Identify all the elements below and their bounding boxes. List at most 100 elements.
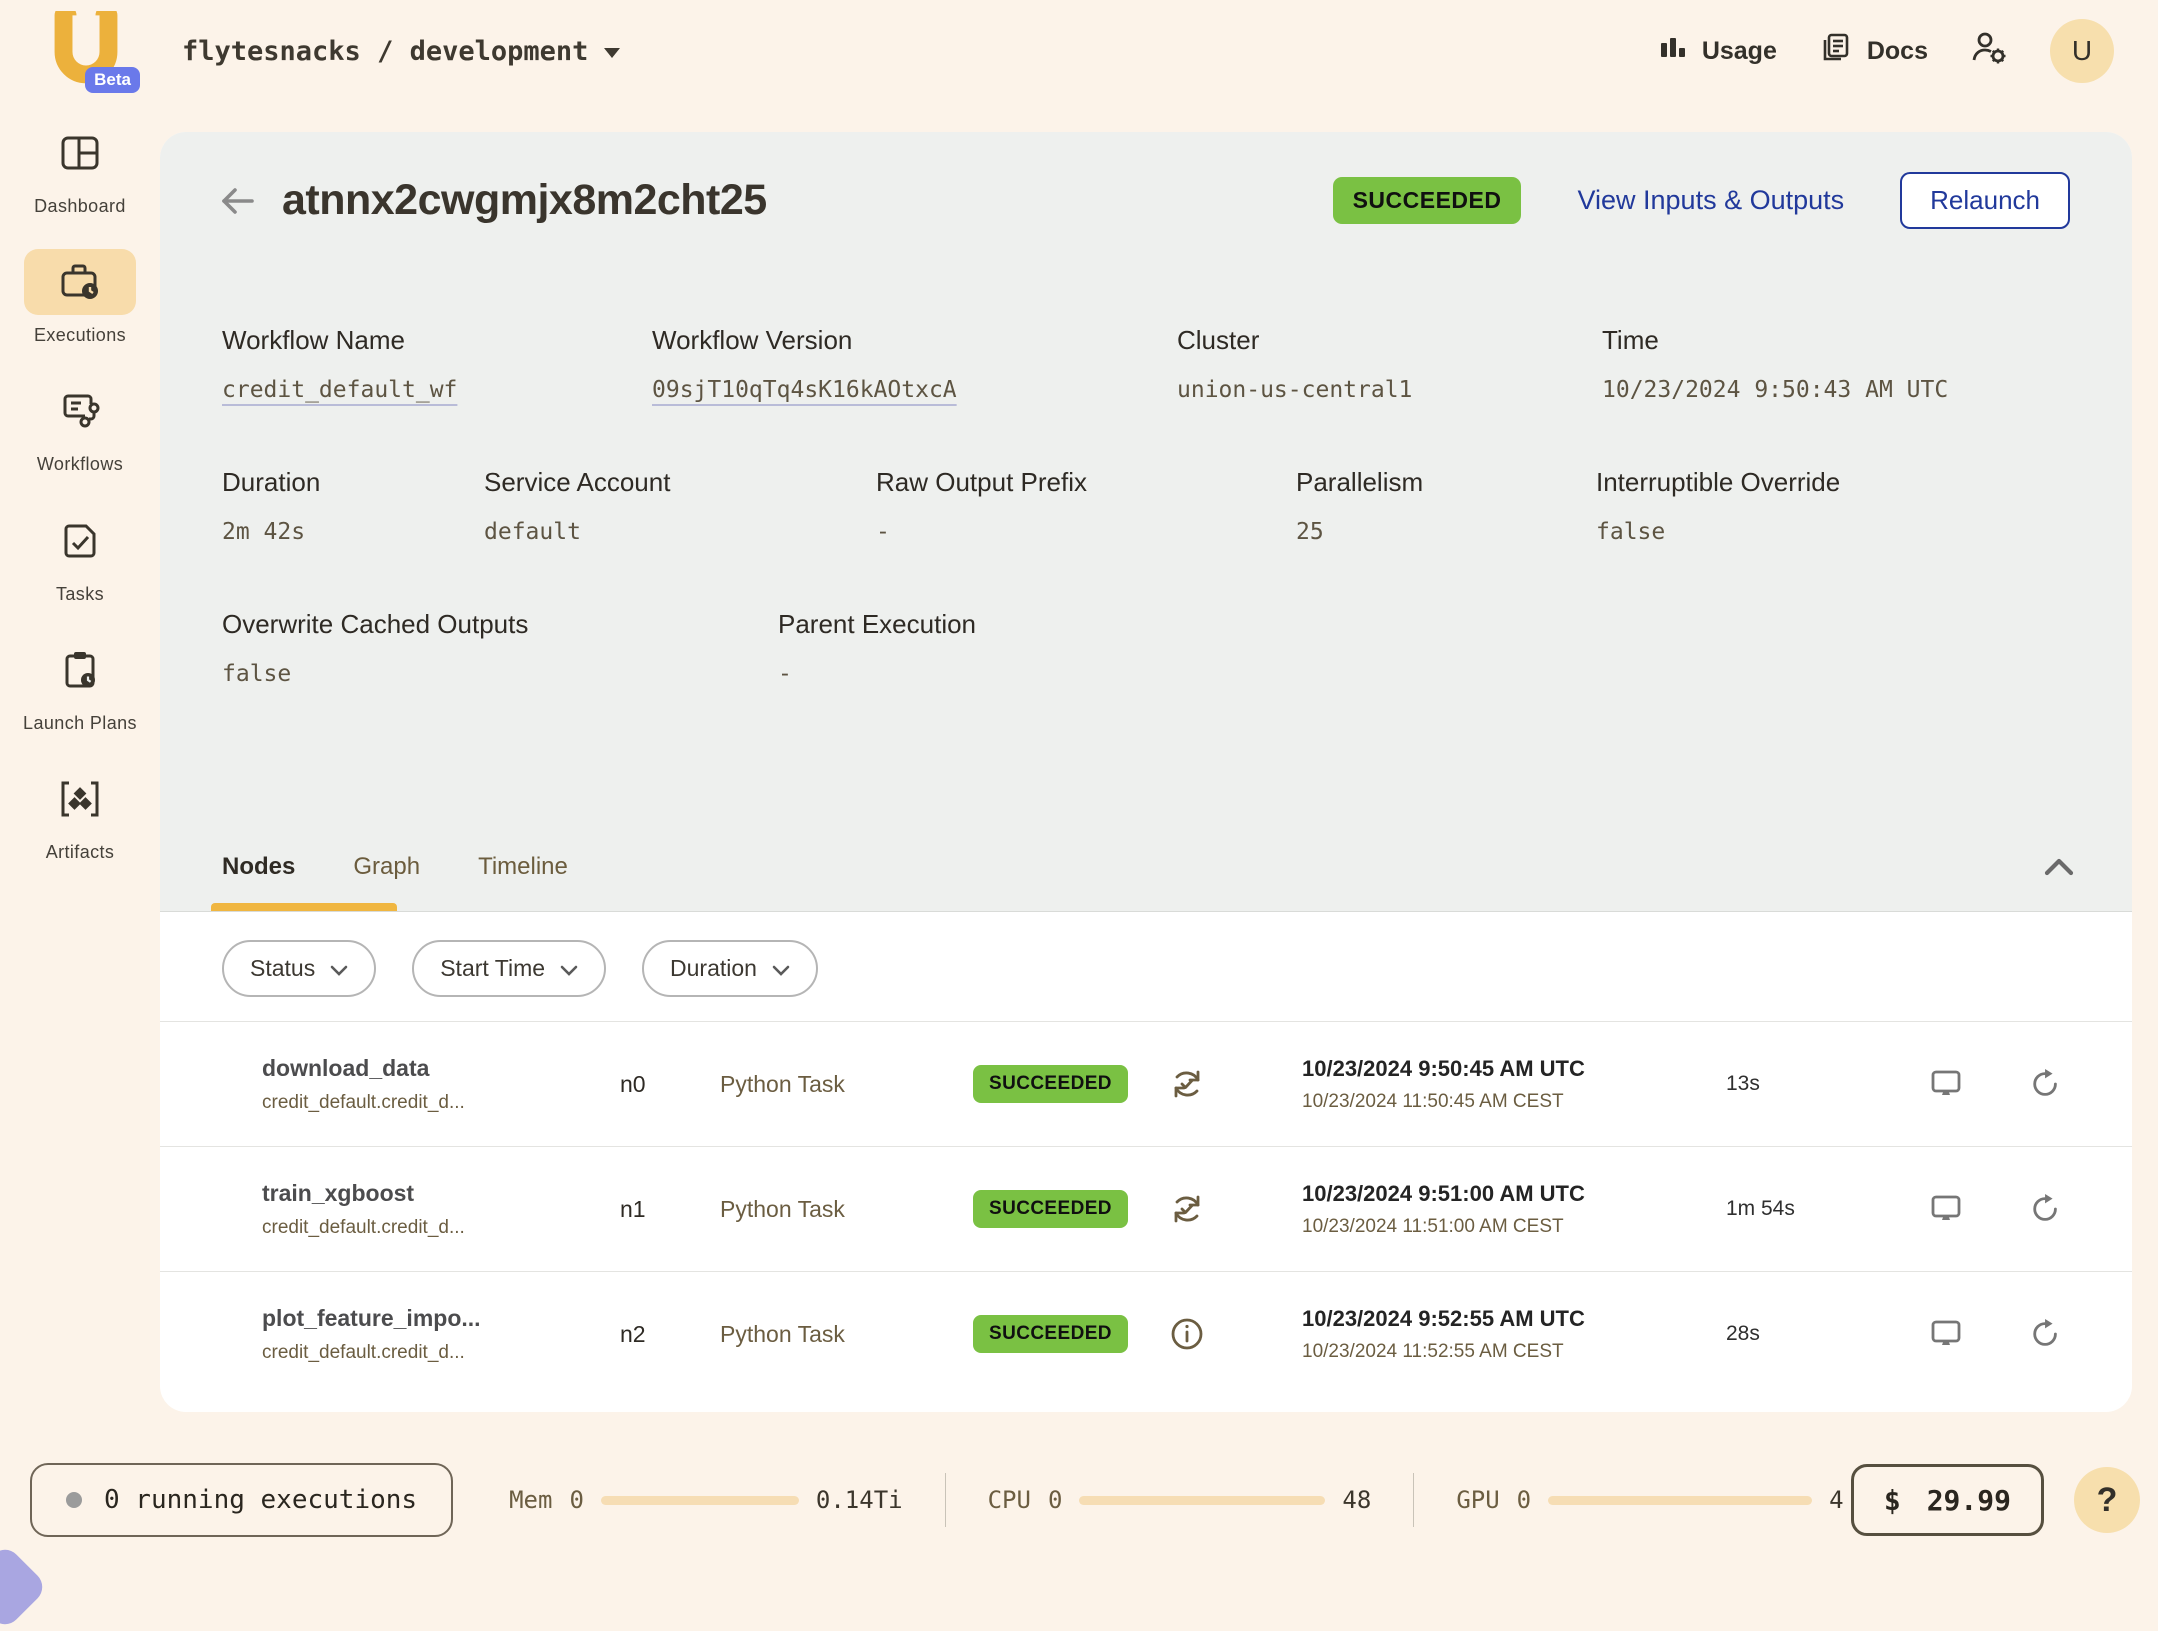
- cpu-usage-bar: [1079, 1496, 1325, 1505]
- memory-usage-bar: [601, 1496, 799, 1505]
- tabs-row: Nodes Graph Timeline: [160, 823, 2132, 911]
- node-time-cell: 10/23/2024 9:50:45 AM UTC 10/23/2024 11:…: [1302, 1056, 1726, 1113]
- table-row[interactable]: train_xgboost credit_default.credit_d...…: [160, 1146, 2132, 1271]
- collapse-section-button[interactable]: [2042, 856, 2076, 878]
- project-domain-selector[interactable]: flytesnacks / development: [182, 36, 620, 67]
- launch-plans-icon: [24, 637, 136, 703]
- meta-parent-execution: Parent Execution -: [778, 609, 2132, 687]
- view-logs-button[interactable]: [1929, 1068, 2029, 1100]
- cache-check-icon[interactable]: [1169, 1191, 1302, 1227]
- chevron-down-icon: [604, 48, 620, 58]
- active-tab-indicator: [211, 903, 397, 911]
- execution-detail-panel: atnnx2cwgmjx8m2cht25 SUCCEEDED View Inpu…: [160, 132, 2132, 1412]
- beta-badge: Beta: [85, 67, 140, 93]
- view-inputs-outputs-link[interactable]: View Inputs & Outputs: [1577, 185, 1844, 216]
- chevron-down-icon: [330, 955, 348, 982]
- node-name-cell: download_data credit_default.credit_d...: [262, 1055, 620, 1114]
- sidebar-item-executions[interactable]: Executions: [12, 249, 148, 348]
- node-name-link[interactable]: download_data: [262, 1055, 620, 1082]
- meta-workflow-name: Workflow Name credit_default_wf: [222, 325, 652, 403]
- status-dot-icon: [66, 1492, 82, 1508]
- status-badge: SUCCEEDED: [973, 1065, 1128, 1103]
- docs-icon: [1819, 31, 1853, 72]
- memory-meter: Mem 0 0.14Ti: [509, 1486, 903, 1514]
- node-time-cell: 10/23/2024 9:51:00 AM UTC 10/23/2024 11:…: [1302, 1181, 1726, 1238]
- start-time-filter[interactable]: Start Time: [412, 940, 606, 997]
- view-logs-button[interactable]: [1929, 1318, 2029, 1350]
- node-id: n0: [620, 1071, 720, 1098]
- meta-service-account: Service Account default: [484, 467, 876, 545]
- cost-pill[interactable]: $ 29.99: [1851, 1464, 2044, 1536]
- chat-widget-bubble[interactable]: [0, 1543, 49, 1631]
- sidebar-item-launch-plans[interactable]: Launch Plans: [12, 637, 148, 736]
- node-id: n2: [620, 1321, 720, 1348]
- sidebar-item-dashboard[interactable]: Dashboard: [12, 120, 148, 219]
- meta-row-3: Overwrite Cached Outputs false Parent Ex…: [160, 609, 2132, 687]
- execution-summary-section: atnnx2cwgmjx8m2cht25 SUCCEEDED View Inpu…: [160, 132, 2132, 912]
- meta-row-2: Duration 2m 42s Service Account default …: [160, 467, 2132, 545]
- status-filter[interactable]: Status: [222, 940, 376, 997]
- workflows-icon: [24, 378, 136, 444]
- meta-raw-output-prefix: Raw Output Prefix -: [876, 467, 1296, 545]
- divider: [945, 1473, 946, 1527]
- table-row[interactable]: plot_feature_impo... credit_default.cred…: [160, 1271, 2132, 1396]
- relaunch-button[interactable]: Relaunch: [1900, 172, 2070, 229]
- back-button[interactable]: [216, 179, 260, 223]
- admin-settings-button[interactable]: [1970, 30, 2008, 73]
- help-button[interactable]: ?: [2074, 1467, 2140, 1533]
- status-badge: SUCCEEDED: [973, 1315, 1128, 1353]
- tasks-icon: [24, 508, 136, 574]
- meta-interruptible-override: Interruptible Override false: [1596, 467, 2132, 545]
- rerun-node-button[interactable]: [2029, 1193, 2132, 1225]
- artifacts-icon: [24, 766, 136, 832]
- sidebar-item-artifacts[interactable]: Artifacts: [12, 766, 148, 865]
- running-executions-label: 0 running executions: [104, 1485, 417, 1515]
- meta-workflow-version: Workflow Version 09sjT10qTq4sK16kAOtxcA: [652, 325, 1177, 403]
- node-type: Python Task: [720, 1321, 973, 1348]
- breadcrumb-label: flytesnacks / development: [182, 36, 588, 67]
- question-mark-icon: ?: [2097, 1481, 2118, 1520]
- node-id: n1: [620, 1196, 720, 1223]
- workflow-version-link[interactable]: 09sjT10qTq4sK16kAOtxcA: [652, 377, 1177, 403]
- rerun-node-button[interactable]: [2029, 1318, 2132, 1350]
- view-logs-button[interactable]: [1929, 1193, 2029, 1225]
- usage-label: Usage: [1702, 37, 1777, 66]
- tab-timeline[interactable]: Timeline: [478, 853, 568, 881]
- sidebar-item-workflows[interactable]: Workflows: [12, 378, 148, 477]
- dashboard-icon: [24, 120, 136, 186]
- tab-graph[interactable]: Graph: [353, 853, 420, 881]
- node-name-link[interactable]: train_xgboost: [262, 1180, 620, 1207]
- execution-id-title: atnnx2cwgmjx8m2cht25: [282, 176, 1311, 225]
- node-name-cell: train_xgboost credit_default.credit_d...: [262, 1180, 620, 1239]
- node-duration: 1m 54s: [1726, 1197, 1929, 1221]
- filters-row: Status Start Time Duration: [160, 912, 2132, 1021]
- info-icon[interactable]: [1169, 1316, 1302, 1352]
- tab-nodes[interactable]: Nodes: [222, 853, 295, 881]
- meta-duration: Duration 2m 42s: [222, 467, 484, 545]
- running-executions-pill[interactable]: 0 running executions: [30, 1463, 453, 1537]
- cost-value: 29.99: [1927, 1484, 2011, 1517]
- gpu-meter: GPU 0 4: [1456, 1486, 1843, 1514]
- topbar-actions: Usage Docs: [1658, 19, 2114, 83]
- table-row[interactable]: download_data credit_default.credit_d...…: [160, 1021, 2132, 1146]
- workflow-name-link[interactable]: credit_default_wf: [222, 377, 652, 403]
- docs-button[interactable]: Docs: [1819, 31, 1928, 72]
- bar-chart-icon: [1658, 33, 1688, 70]
- chevron-down-icon: [772, 955, 790, 982]
- node-name-cell: plot_feature_impo... credit_default.cred…: [262, 1305, 620, 1364]
- node-name-link[interactable]: plot_feature_impo...: [262, 1305, 620, 1332]
- avatar[interactable]: U: [2050, 19, 2114, 83]
- cpu-meter: CPU 0 48: [988, 1486, 1372, 1514]
- rerun-node-button[interactable]: [2029, 1068, 2132, 1100]
- execution-status-badge: SUCCEEDED: [1333, 177, 1522, 224]
- node-duration: 28s: [1726, 1322, 1929, 1346]
- usage-button[interactable]: Usage: [1658, 33, 1777, 70]
- top-bar: Beta flytesnacks / development Usage Doc…: [0, 0, 2158, 102]
- meta-row-1: Workflow Name credit_default_wf Workflow…: [160, 325, 2132, 403]
- status-footer: 0 running executions Mem 0 0.14Ti CPU 0 …: [30, 1462, 2140, 1538]
- duration-filter[interactable]: Duration: [642, 940, 818, 997]
- meta-overwrite-cached-outputs: Overwrite Cached Outputs false: [222, 609, 778, 687]
- sidebar-item-tasks[interactable]: Tasks: [12, 508, 148, 607]
- node-duration: 13s: [1726, 1072, 1929, 1096]
- cache-check-icon[interactable]: [1169, 1066, 1302, 1102]
